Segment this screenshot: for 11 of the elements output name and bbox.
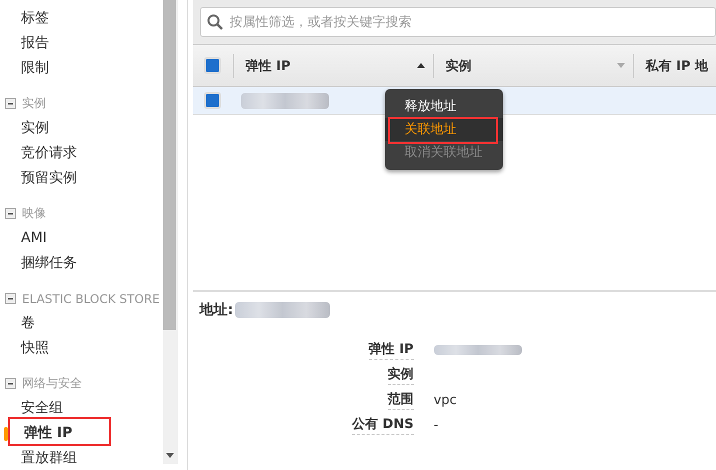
field-label: 实例 (388, 365, 414, 385)
field-label: 弹性 IP (368, 340, 414, 360)
field-label: 范围 (388, 390, 414, 410)
nav-group-title: 实例 (22, 95, 46, 112)
nav-group-title: 网络与安全 (22, 375, 82, 392)
field-value: - (434, 418, 438, 432)
field-value: vpc (434, 392, 457, 408)
field-label: 公有 DNS (352, 415, 414, 435)
nav-group-title: 映像 (22, 205, 46, 222)
details-title: 地址: (200, 301, 234, 319)
nav-group-title: ELASTIC BLOCK STORE (22, 292, 160, 306)
